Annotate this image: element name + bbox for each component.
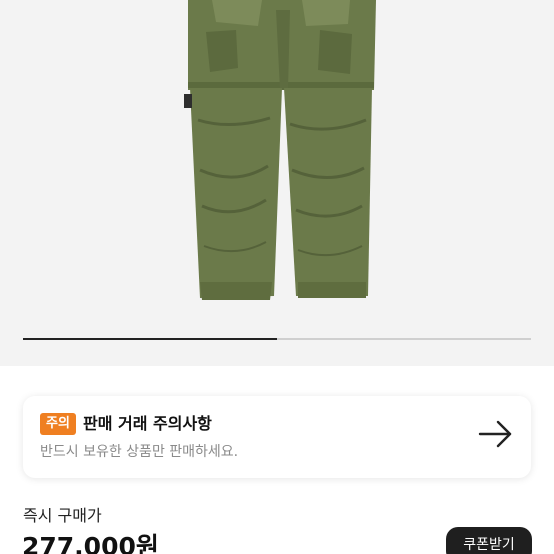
notice-subtitle: 반드시 보유한 상품만 판매하세요. [40, 444, 239, 460]
arrow-right-icon[interactable] [478, 420, 514, 448]
product-page: 주의 판매 거래 주의사항 반드시 보유한 상품만 판매하세요. 즉시 구매가 … [0, 0, 554, 554]
instant-buy-label: 즉시 구매가 [23, 506, 102, 525]
notice-title: 판매 거래 주의사항 [83, 414, 212, 433]
image-slider-progress [23, 338, 277, 340]
product-image-area[interactable] [0, 0, 554, 366]
get-coupon-button[interactable]: 쿠폰받기 [446, 527, 532, 554]
sales-notice-card[interactable]: 주의 판매 거래 주의사항 반드시 보유한 상품만 판매하세요. [23, 396, 531, 478]
instant-buy-price: 277,000원 [22, 532, 159, 554]
cargo-pants-image [184, 0, 376, 300]
image-slider-track[interactable] [23, 338, 531, 340]
caution-badge: 주의 [40, 413, 76, 435]
